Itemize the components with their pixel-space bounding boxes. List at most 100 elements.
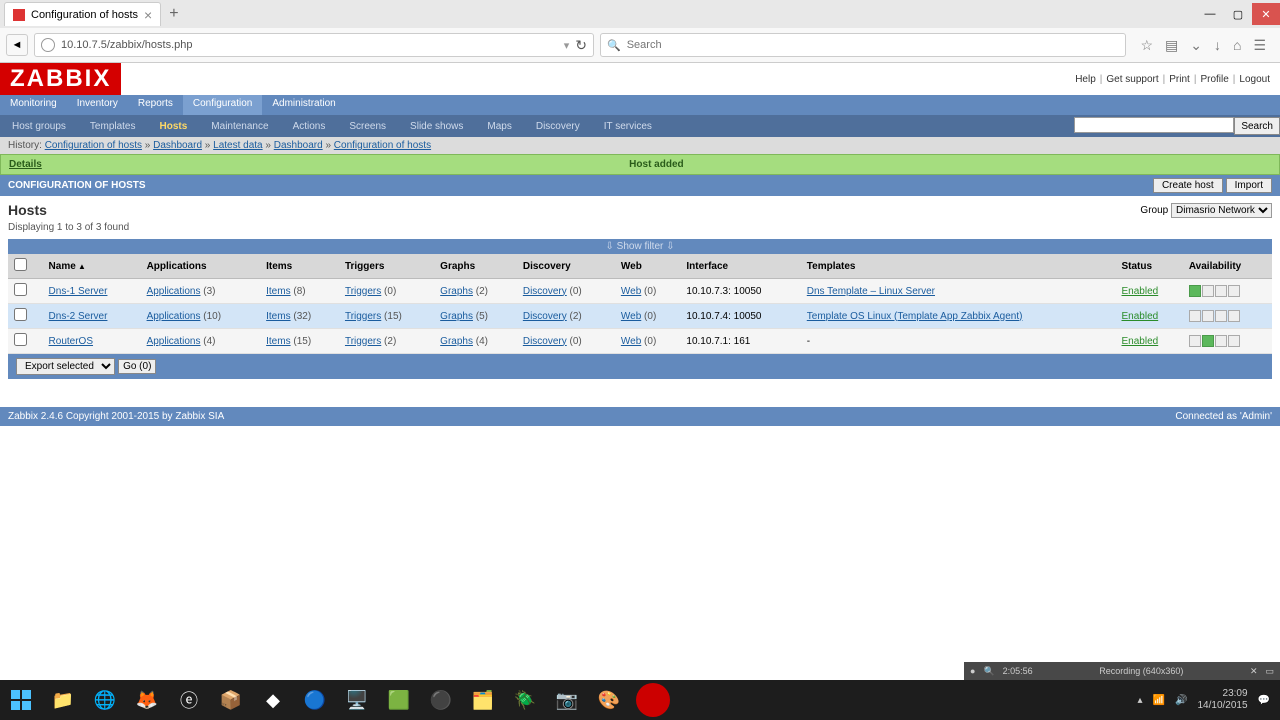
web-link[interactable]: Web	[621, 311, 641, 322]
col-status[interactable]: Status	[1116, 254, 1183, 279]
start-button[interactable]	[0, 680, 42, 720]
app-icon-8[interactable]: 🪲	[504, 680, 546, 720]
items-link[interactable]: Items	[266, 336, 290, 347]
zabbix-logo[interactable]: ZABBIX	[0, 63, 121, 95]
app-icon-4[interactable]: 🖥️	[336, 680, 378, 720]
zabbix-search-input[interactable]	[1074, 117, 1234, 133]
explorer-icon[interactable]: 📁	[42, 680, 84, 720]
history-link[interactable]: Dashboard	[274, 140, 323, 151]
ie-icon[interactable]: ⓔ	[168, 680, 210, 720]
items-link[interactable]: Items	[266, 311, 290, 322]
create-host-button[interactable]: Create host	[1153, 178, 1223, 193]
top-link-get-support[interactable]: Get support	[1106, 74, 1158, 85]
row-checkbox[interactable]	[14, 283, 27, 296]
new-tab-button[interactable]: +	[169, 5, 178, 23]
menu-monitoring[interactable]: Monitoring	[0, 95, 67, 115]
submenu-maps[interactable]: Maps	[475, 118, 523, 135]
top-link-logout[interactable]: Logout	[1239, 74, 1270, 85]
submenu-host-groups[interactable]: Host groups	[0, 118, 78, 135]
close-tab-icon[interactable]: ×	[144, 7, 152, 23]
home-icon[interactable]: ⌂	[1233, 37, 1241, 54]
maximize-button[interactable]: ▢	[1224, 3, 1252, 25]
camtasia-overlay[interactable]: ● 🔍 2:05:56 Recording (640x360) ✕ ▭	[964, 662, 1280, 680]
history-link[interactable]: Configuration of hosts	[334, 140, 431, 151]
col-items[interactable]: Items	[260, 254, 339, 279]
bookmark-icon[interactable]: ☆	[1140, 37, 1153, 54]
top-link-profile[interactable]: Profile	[1200, 74, 1228, 85]
zabbix-search-button[interactable]: Search	[1234, 117, 1280, 135]
browser-tab[interactable]: Configuration of hosts ×	[4, 2, 161, 26]
app-icon-10[interactable]: 🎨	[588, 680, 630, 720]
menu-administration[interactable]: Administration	[262, 95, 345, 115]
apps-link[interactable]: Applications	[147, 286, 201, 297]
submenu-maintenance[interactable]: Maintenance	[199, 118, 280, 135]
web-link[interactable]: Web	[621, 336, 641, 347]
chrome-icon[interactable]: 🌐	[84, 680, 126, 720]
readlist-icon[interactable]: ▤	[1165, 37, 1178, 54]
bulk-go-button[interactable]: Go (0)	[118, 359, 156, 374]
tray-up-icon[interactable]: ▴	[1138, 695, 1143, 706]
col-availability[interactable]: Availability	[1183, 254, 1272, 279]
tray-notifications-icon[interactable]: 💬	[1258, 695, 1270, 706]
col-triggers[interactable]: Triggers	[339, 254, 434, 279]
items-link[interactable]: Items	[266, 286, 290, 297]
top-link-print[interactable]: Print	[1169, 74, 1190, 85]
discovery-link[interactable]: Discovery	[523, 311, 567, 322]
app-icon-5[interactable]: 🟩	[378, 680, 420, 720]
template-link[interactable]: Dns Template – Linux Server	[807, 286, 935, 297]
menu-icon[interactable]: ☰	[1253, 37, 1266, 54]
import-button[interactable]: Import	[1226, 178, 1272, 193]
web-link[interactable]: Web	[621, 286, 641, 297]
host-name-link[interactable]: RouterOS	[49, 336, 93, 347]
history-link[interactable]: Latest data	[213, 140, 262, 151]
template-link[interactable]: Template OS Linux (Template App Zabbix A…	[807, 311, 1023, 322]
host-name-link[interactable]: Dns-2 Server	[49, 311, 108, 322]
col-interface[interactable]: Interface	[680, 254, 800, 279]
select-all-checkbox[interactable]	[14, 258, 27, 271]
graphs-link[interactable]: Graphs	[440, 311, 473, 322]
col-templates[interactable]: Templates	[801, 254, 1116, 279]
col-graphs[interactable]: Graphs	[434, 254, 517, 279]
rec-delete-icon[interactable]: ✕	[1250, 666, 1258, 677]
menu-reports[interactable]: Reports	[128, 95, 183, 115]
submenu-actions[interactable]: Actions	[281, 118, 338, 135]
discovery-link[interactable]: Discovery	[523, 336, 567, 347]
clock[interactable]: 23:09 14/10/2015	[1197, 688, 1247, 712]
submenu-screens[interactable]: Screens	[337, 118, 398, 135]
firefox-icon[interactable]: 🦊	[126, 680, 168, 720]
top-link-help[interactable]: Help	[1075, 74, 1096, 85]
bulk-select[interactable]: Export selected	[16, 358, 115, 375]
record-button[interactable]	[636, 683, 670, 717]
app-icon-2[interactable]: ◆	[252, 680, 294, 720]
apps-link[interactable]: Applications	[147, 311, 201, 322]
reload-icon[interactable]: ↻	[575, 37, 587, 54]
dropdown-icon[interactable]: ▾	[564, 39, 570, 52]
row-checkbox[interactable]	[14, 333, 27, 346]
submenu-hosts[interactable]: Hosts	[148, 118, 200, 135]
app-icon-6[interactable]: ⚫	[420, 680, 462, 720]
app-icon-7[interactable]: 🗂️	[462, 680, 504, 720]
search-input[interactable]	[627, 39, 1120, 51]
history-link[interactable]: Configuration of hosts	[45, 140, 142, 151]
url-input[interactable]	[61, 39, 558, 51]
discovery-link[interactable]: Discovery	[523, 286, 567, 297]
row-checkbox[interactable]	[14, 308, 27, 321]
banner-details[interactable]: Details	[9, 159, 42, 170]
menu-inventory[interactable]: Inventory	[67, 95, 128, 115]
back-button[interactable]: ◄	[6, 34, 28, 56]
tray-volume-icon[interactable]: 🔊	[1175, 695, 1187, 706]
submenu-discovery[interactable]: Discovery	[524, 118, 592, 135]
triggers-link[interactable]: Triggers	[345, 286, 381, 297]
status-toggle[interactable]: Enabled	[1122, 336, 1159, 347]
submenu-templates[interactable]: Templates	[78, 118, 148, 135]
submenu-slide-shows[interactable]: Slide shows	[398, 118, 475, 135]
status-toggle[interactable]: Enabled	[1122, 286, 1159, 297]
url-bar[interactable]: ▾ ↻	[34, 33, 594, 57]
pocket-icon[interactable]: ⌄	[1190, 37, 1202, 54]
graphs-link[interactable]: Graphs	[440, 336, 473, 347]
status-toggle[interactable]: Enabled	[1122, 311, 1159, 322]
download-icon[interactable]: ↓	[1214, 37, 1221, 54]
app-icon-3[interactable]: 🔵	[294, 680, 336, 720]
show-filter-bar[interactable]: ⇩ Show filter ⇩	[8, 239, 1272, 254]
group-select[interactable]: Dimasrio Network	[1171, 203, 1272, 218]
